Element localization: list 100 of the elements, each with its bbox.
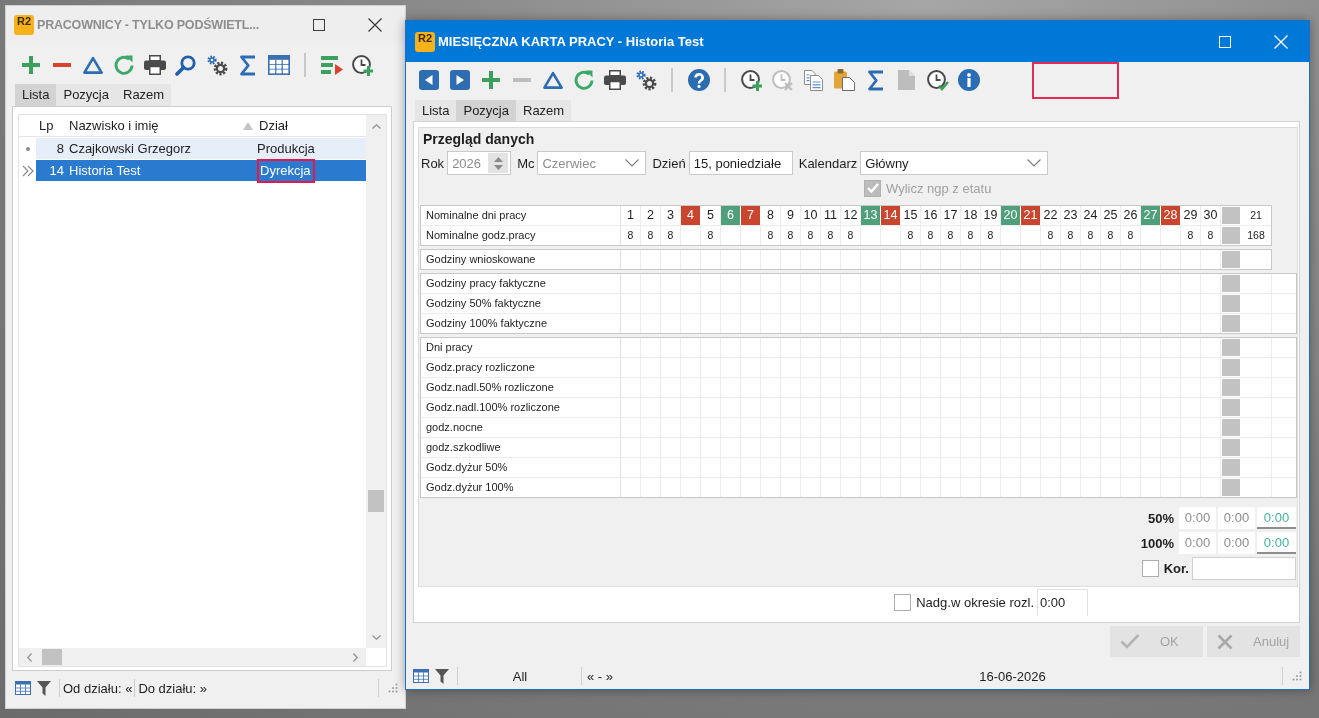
table-cell: Produkcja [257,140,315,157]
app-logo: R2 [14,15,34,35]
total-cell-text: 168 [1246,228,1266,243]
printer-icon[interactable] [143,55,166,75]
hours-cell: 8 [961,226,981,245]
status-text: 16-06-2026 [979,668,1046,684]
checkbox[interactable] [894,593,912,611]
summary-label: 50% [1147,510,1174,526]
checkbox[interactable] [1141,559,1159,577]
sigma-icon[interactable] [867,69,884,91]
group-title: Przegląd danych [422,130,536,147]
day-cell: 7 [741,206,761,225]
refresh-icon[interactable] [572,69,595,91]
hours-cell: 8 [701,226,721,245]
columns-icon[interactable] [267,55,290,75]
day-cell: 23 [1061,206,1081,225]
list-play-icon[interactable] [320,55,343,75]
filter-icon[interactable] [37,680,51,696]
plus-icon[interactable] [21,56,40,74]
plus-icon[interactable] [481,71,500,89]
hours-cell: 8 [941,226,961,245]
day-cell: 14 [881,206,901,225]
day-cell: 16 [921,206,941,225]
double-chevron-icon [21,164,34,177]
table-icon[interactable] [15,681,31,695]
shaded-cell [1221,378,1241,397]
sigma-icon[interactable] [239,54,256,76]
hours-cell: 8 [821,226,841,245]
hours-cell: 8 [1041,226,1061,245]
total-cell-text: 21 [1249,208,1263,223]
day-cell: 21 [1021,206,1041,225]
clock-check-icon[interactable] [926,69,949,91]
info-icon[interactable] [957,69,980,91]
minus-icon[interactable] [52,63,71,67]
table-row[interactable]: 8 Czajkowski Grzegorz Produkcja [36,138,366,159]
hours-cell: 8 [781,226,801,245]
dropdown[interactable]: Główny [860,151,1049,175]
field-label: Dzień [652,155,686,171]
table-row[interactable]: 14 Historia Test Dyrekcja [36,160,366,181]
scroll-thumb[interactable] [42,649,62,665]
hours-cell: 8 [1061,226,1081,245]
checkbox-label: Wylicz ngp z etatu [886,180,992,196]
triangle-icon[interactable] [542,71,563,89]
tab[interactable]: Lista [15,84,57,106]
horizontal-scrollbar[interactable] [19,648,366,666]
tab[interactable]: Razem [516,100,572,121]
shaded-cell [1221,294,1241,313]
column-header[interactable]: Dział [256,115,366,136]
status-text: All [512,668,528,684]
hours-cell: 8 [801,226,821,245]
text-field[interactable]: 15, poniedziałe [688,151,793,175]
status-text: « - » [587,668,613,684]
tab[interactable]: Lista [415,100,457,121]
printer-icon[interactable] [603,70,626,90]
help-icon[interactable] [687,69,710,91]
table-cell: 14 [49,162,64,179]
column-header[interactable]: Lp [36,115,66,136]
checkbox-label: Kor. [1163,560,1189,576]
clock-plus-icon[interactable] [740,69,763,91]
column-header[interactable]: Nazwisko i imię [66,115,256,136]
table-cell: Historia Test [69,162,141,179]
tab[interactable]: Razem [116,84,172,106]
triangle-icon[interactable] [82,56,103,74]
tab[interactable]: Pozycja [56,84,116,106]
hours-cell: 8 [1101,226,1121,245]
resize-grip-icon[interactable] [1292,671,1302,681]
filter-icon[interactable] [435,668,449,684]
vertical-scrollbar[interactable] [366,115,386,648]
refresh-icon[interactable] [112,54,135,76]
input-field[interactable] [1192,556,1296,580]
row-header: Nominalne godz.pracy [421,226,621,245]
row-header: Nominalne dni pracy [421,206,621,225]
day-cell: 6 [721,206,741,225]
resize-grip-icon[interactable] [388,683,398,693]
day-cell: 4 [681,206,701,225]
close-icon[interactable] [368,18,382,32]
table-cell: 8 [56,140,64,157]
day-cell: 11 [821,206,841,225]
hours-cell: 8 [921,226,941,245]
shaded-cell [1221,458,1241,477]
field-label: Kalendarz [798,155,858,171]
paste-icon[interactable] [834,69,855,91]
field-label: Rok [421,155,445,171]
search-icon[interactable] [175,54,196,76]
table-icon[interactable] [413,669,429,683]
field-label: Mc [517,155,535,171]
table-cell: Dyrekcja [257,158,315,183]
day-cell: 13 [861,206,881,225]
status-text: Od działu: « [63,680,133,696]
day-cell: 20 [1001,206,1021,225]
scroll-thumb[interactable] [368,490,384,512]
input-field[interactable]: 0:00 [1037,588,1088,616]
clock-plus-icon[interactable] [351,54,374,76]
settings-icon[interactable] [634,69,657,91]
maximize-icon[interactable] [313,19,325,31]
shaded-cell [1221,398,1241,417]
shaded-cell [1221,438,1241,457]
settings-icon[interactable] [205,54,228,76]
copy-icon[interactable] [804,69,823,91]
tab[interactable]: Pozycja [456,100,516,121]
